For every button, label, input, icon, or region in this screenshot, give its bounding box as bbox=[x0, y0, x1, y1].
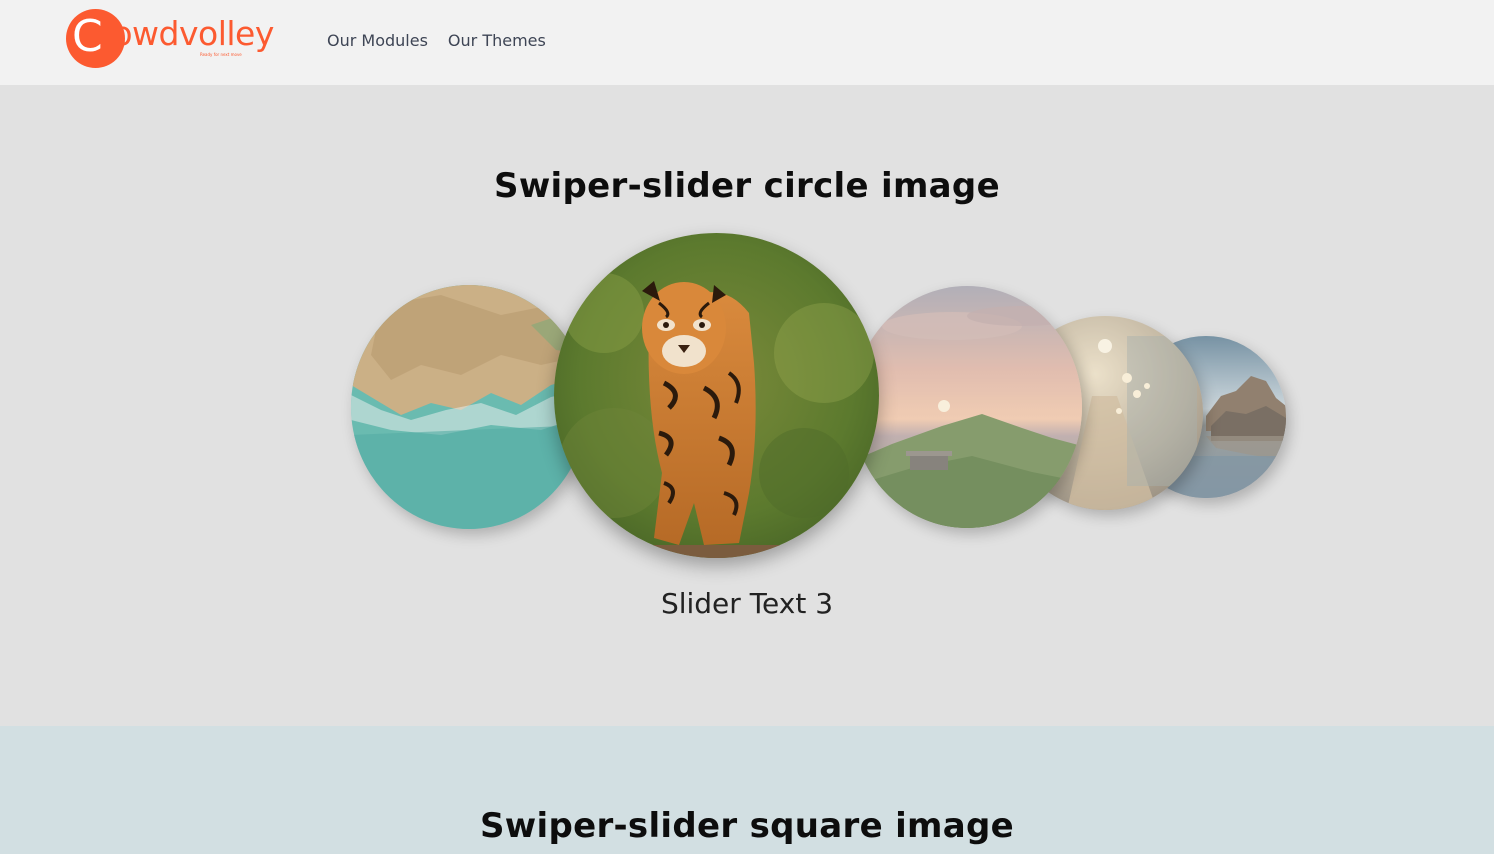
logo-letter: C bbox=[72, 11, 103, 62]
circle-slider[interactable] bbox=[0, 85, 1494, 726]
logo-text: rowdvolley bbox=[100, 14, 274, 53]
slide-mountain-sunset[interactable] bbox=[852, 286, 1082, 528]
site-header: C rowdvolley Ready for next move Our Mod… bbox=[0, 0, 1494, 85]
slide-coast-aerial[interactable] bbox=[351, 285, 587, 529]
logo-tagline: Ready for next move bbox=[200, 52, 242, 57]
slide-tiger[interactable] bbox=[554, 233, 879, 558]
coast-aerial-image bbox=[351, 285, 587, 529]
square-slider-section: Swiper-slider square image bbox=[0, 726, 1494, 854]
tiger-image bbox=[554, 233, 879, 558]
circle-slider-section: Swiper-slider circle image Slider Text 3 bbox=[0, 85, 1494, 726]
mountain-sunset-image bbox=[852, 286, 1082, 528]
slider-caption: Slider Text 3 bbox=[660, 587, 834, 620]
main-nav: Our Modules Our Themes bbox=[327, 30, 546, 52]
section-title-square: Swiper-slider square image bbox=[480, 806, 1014, 846]
nav-link-our-modules[interactable]: Our Modules bbox=[327, 30, 428, 52]
nav-link-our-themes[interactable]: Our Themes bbox=[448, 30, 546, 52]
logo[interactable]: C rowdvolley Ready for next move bbox=[66, 8, 276, 70]
